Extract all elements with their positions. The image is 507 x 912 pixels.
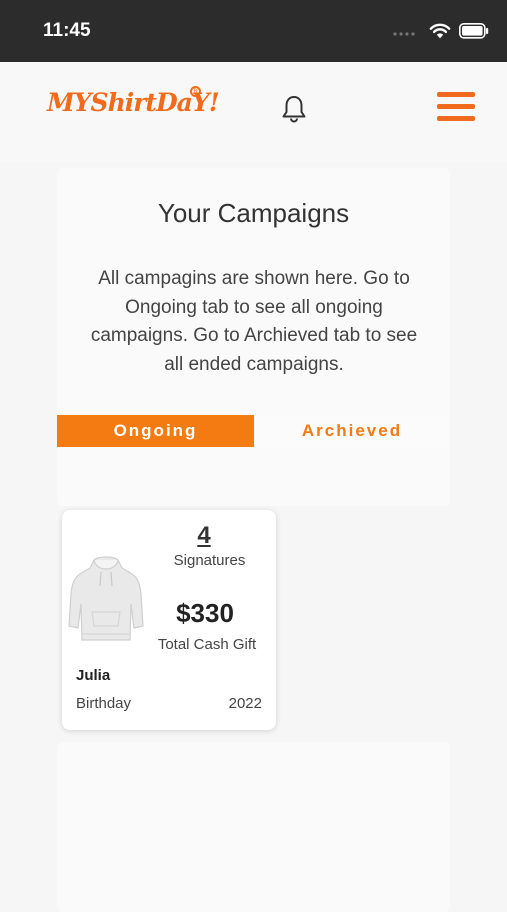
lower-panel: [57, 742, 450, 912]
app-header: MYShirtDaY! R: [0, 62, 507, 162]
campaign-card[interactable]: 4 Signatures $330 Total Cash Gift Julia …: [62, 510, 276, 730]
campaign-year: 2022: [228, 695, 262, 712]
status-time: 11:45: [43, 20, 91, 41]
occasion: Birthday: [76, 695, 132, 712]
status-bar: 11:45: [0, 0, 507, 62]
signatures-count[interactable]: 4: [174, 522, 234, 550]
hoodie-icon: [68, 556, 144, 641]
tab-ongoing[interactable]: Ongoing: [57, 415, 254, 447]
signal-dots-icon: [393, 32, 415, 36]
cash-gift-label: Total Cash Gift: [157, 636, 257, 653]
campaigns-panel: Your Campaigns All campagins are shown h…: [57, 168, 450, 506]
page-title: Your Campaigns: [157, 198, 350, 228]
campaigns-description: All campagins are shown here. Go to Ongo…: [90, 268, 418, 375]
recipient-name: Julia: [76, 667, 111, 684]
signatures-label: Signatures: [173, 552, 246, 569]
cash-gift-amount: $330: [176, 598, 234, 628]
tab-archieved[interactable]: Archieved: [254, 415, 450, 447]
campaign-tabs: Ongoing Archieved: [57, 415, 450, 447]
bell-icon[interactable]: [280, 94, 308, 124]
battery-icon: [459, 23, 489, 39]
wifi-icon: [429, 23, 451, 39]
hamburger-menu-icon[interactable]: [437, 92, 475, 124]
registered-mark: R: [190, 86, 201, 97]
